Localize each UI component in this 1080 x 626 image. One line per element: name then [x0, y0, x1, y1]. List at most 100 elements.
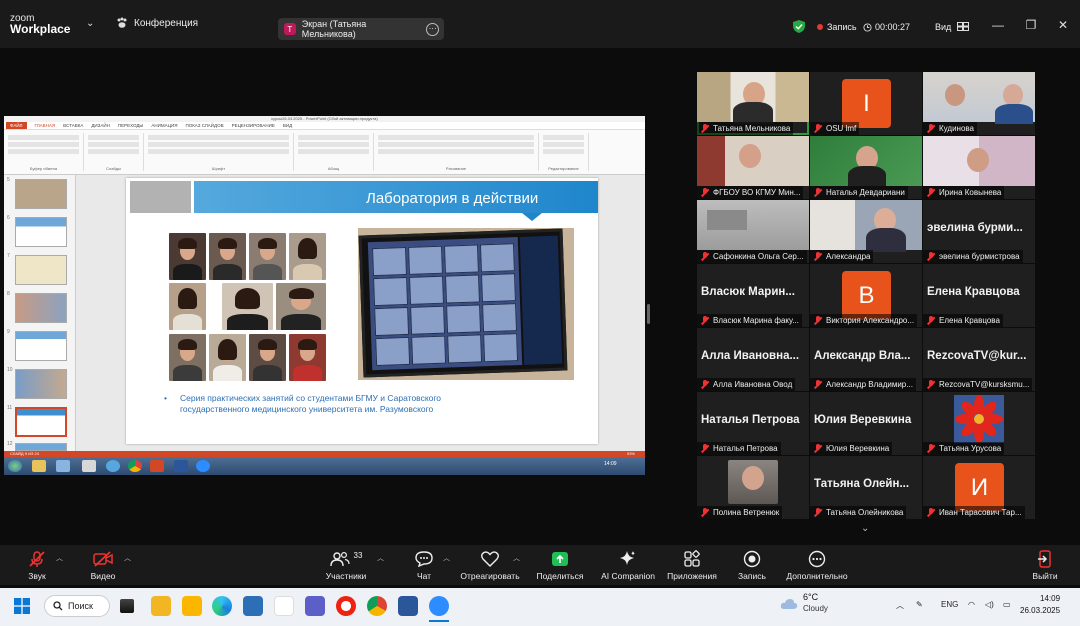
audio-button[interactable]: Звук [20, 549, 54, 581]
participant-tile[interactable]: Кудинова [923, 72, 1035, 135]
slide-thumbnail[interactable] [15, 255, 67, 285]
minimize-icon[interactable]: — [991, 18, 1005, 32]
ai-companion-button[interactable]: AI Companion [598, 549, 658, 581]
participant-tile[interactable]: Александр Вла... Александр Владимир... [810, 328, 922, 391]
slide-thumbnail[interactable] [15, 179, 67, 209]
split-handle[interactable] [647, 304, 650, 324]
slide-bullet-text: Серия практических занятий со студентами… [180, 393, 442, 414]
leave-button[interactable]: Выйти [1030, 549, 1060, 581]
ppt-tab[interactable]: ДИЗАЙН [91, 122, 110, 129]
participant-tile[interactable]: Александра [810, 200, 922, 263]
more-options-icon[interactable]: ··· [426, 22, 439, 36]
ppt-tab[interactable]: ПЕРЕХОДЫ [118, 122, 144, 129]
mic-off-icon [29, 551, 45, 567]
word-icon[interactable] [398, 596, 418, 616]
participant-tile[interactable]: Татьяна Мельникова [697, 72, 809, 135]
edge-icon[interactable] [212, 596, 232, 616]
browser-icon [106, 460, 120, 472]
participant-tile[interactable]: Алла Ивановна... Алла Ивановна Овод [697, 328, 809, 391]
chevron-up-icon[interactable]: ︿ [124, 553, 131, 563]
participant-tile[interactable]: Юлия Веревкина Юлия Веревкина [810, 392, 922, 455]
taskbar-search[interactable]: Поиск [44, 595, 110, 617]
yandex-icon[interactable] [274, 596, 294, 616]
slide-thumbnail-selected[interactable] [15, 407, 67, 437]
participant-tile[interactable]: ФГБОУ ВО КГМУ Мин... [697, 136, 809, 199]
record-button[interactable]: Запись [735, 549, 769, 581]
more-button[interactable]: Дополнительно [785, 549, 849, 581]
folder-icon [32, 460, 46, 472]
battery-icon[interactable]: ▭ [1003, 600, 1011, 609]
slide-thumbnail[interactable] [15, 293, 67, 323]
meeting-info-button[interactable]: Конференция [116, 17, 198, 29]
shield-check-icon[interactable] [793, 20, 805, 33]
opera-icon[interactable] [336, 596, 356, 616]
participant-tile[interactable]: Полина Ветренюк [697, 456, 809, 519]
chrome-icon[interactable] [367, 596, 387, 616]
participant-display-name: Татьяна Олейн... [814, 478, 910, 490]
ppt-tab[interactable]: ГЛАВНАЯ [35, 122, 56, 129]
participant-tile[interactable]: Сафонкина Ольга Сер... [697, 200, 809, 263]
ppt-tab[interactable]: ФАЙЛ [6, 122, 27, 129]
chevron-up-icon[interactable]: ︿ [443, 553, 450, 563]
participant-tile[interactable]: Татьяна Урусова [923, 392, 1035, 455]
participant-tile[interactable]: Власюк Марин... Власюк Марина факу... [697, 264, 809, 327]
apps-button[interactable]: Приложения [665, 549, 719, 581]
slide-thumbnail[interactable] [15, 331, 67, 361]
windows-taskbar: Поиск 6°C Cloudy ︿ ✎ ENG ◠ ◁) ▭ 14:09 26… [0, 588, 1080, 626]
wifi-icon[interactable]: ◠ [968, 600, 975, 609]
ppt-tab[interactable]: ВИД [283, 122, 292, 129]
participant-tile[interactable]: RezcovaTV@kur... RezcovaTV@kursksmu... [923, 328, 1035, 391]
participant-tile[interactable]: Наталья Петрова Наталья Петрова [697, 392, 809, 455]
app-b-icon[interactable] [182, 596, 202, 616]
participant-tile[interactable]: Татьяна Олейн... Татьяна Олейникова [810, 456, 922, 519]
teams-icon[interactable] [305, 596, 325, 616]
volume-icon[interactable]: ◁) [985, 600, 994, 609]
participant-tile[interactable]: И Иван Тарасович Тар... [923, 456, 1035, 519]
windows-start-icon[interactable] [14, 598, 30, 614]
ppt-tab[interactable]: ПОКАЗ СЛАЙДОВ [185, 122, 223, 129]
slide-thumbnail[interactable] [15, 369, 67, 399]
close-icon[interactable]: ✕ [1056, 18, 1070, 32]
zoom-icon[interactable] [429, 596, 449, 616]
screen-share-pill[interactable]: Т Экран (Татьяна Мельникова) ··· [278, 18, 444, 40]
video-button[interactable]: Видео [86, 549, 120, 581]
participant-tile[interactable]: В Виктория Александро... [810, 264, 922, 327]
participant-tile[interactable]: I OSU lmf [810, 72, 922, 135]
language-indicator[interactable]: ENG [941, 600, 958, 609]
chevron-up-icon[interactable]: ︿ [896, 600, 904, 611]
participant-tile[interactable]: Ирина Ковынева [923, 136, 1035, 199]
file-explorer-icon[interactable] [151, 596, 171, 616]
view-button[interactable]: Вид [935, 22, 969, 32]
chevron-up-icon[interactable]: ︿ [56, 553, 63, 563]
recording-indicator[interactable]: Запись [817, 22, 857, 32]
task-view-icon[interactable] [120, 599, 134, 613]
ppt-tab[interactable]: РЕЦЕНЗИРОВАНИЕ [232, 122, 275, 129]
ppt-tab[interactable]: АНИМАЦИЯ [151, 122, 177, 129]
restore-icon[interactable]: ❐ [1024, 18, 1038, 32]
apps-label: Приложения [667, 571, 717, 581]
participant-tile[interactable]: Наталья Девдариани [810, 136, 922, 199]
mic-muted-icon [927, 444, 935, 453]
chevron-down-icon[interactable]: ⌄ [861, 523, 869, 534]
slide-title: Лаборатория в действии [366, 190, 539, 207]
chevron-down-icon[interactable]: ⌄ [86, 18, 94, 29]
student-photo [289, 233, 326, 280]
chevron-up-icon[interactable]: ︿ [513, 553, 520, 563]
store-icon[interactable] [243, 596, 263, 616]
record-dot-icon [817, 24, 823, 30]
chevron-up-icon[interactable]: ︿ [377, 553, 384, 563]
share-button[interactable]: Поделиться [534, 549, 586, 581]
participant-tile[interactable]: эвелина бурми... эвелина бурмистрова [923, 200, 1035, 263]
chat-button[interactable]: Чат [409, 549, 439, 581]
participants-button[interactable]: 33 Участники [322, 549, 370, 582]
taskbar-clock[interactable]: 14:09 26.03.2025 [1020, 593, 1060, 617]
media-icon [82, 460, 96, 472]
react-button[interactable]: Отреагировать [459, 549, 521, 581]
slide-thumbnail[interactable] [15, 443, 67, 451]
participant-tile[interactable]: Елена Кравцова Елена Кравцова [923, 264, 1035, 327]
pen-icon[interactable]: ✎ [916, 600, 923, 609]
slide-thumbnail[interactable] [15, 217, 67, 247]
weather-widget[interactable]: 6°C Cloudy [803, 592, 828, 614]
zoom-logo[interactable]: zoom Workplace [10, 13, 70, 35]
ppt-tab[interactable]: ВСТАВКА [63, 122, 83, 129]
